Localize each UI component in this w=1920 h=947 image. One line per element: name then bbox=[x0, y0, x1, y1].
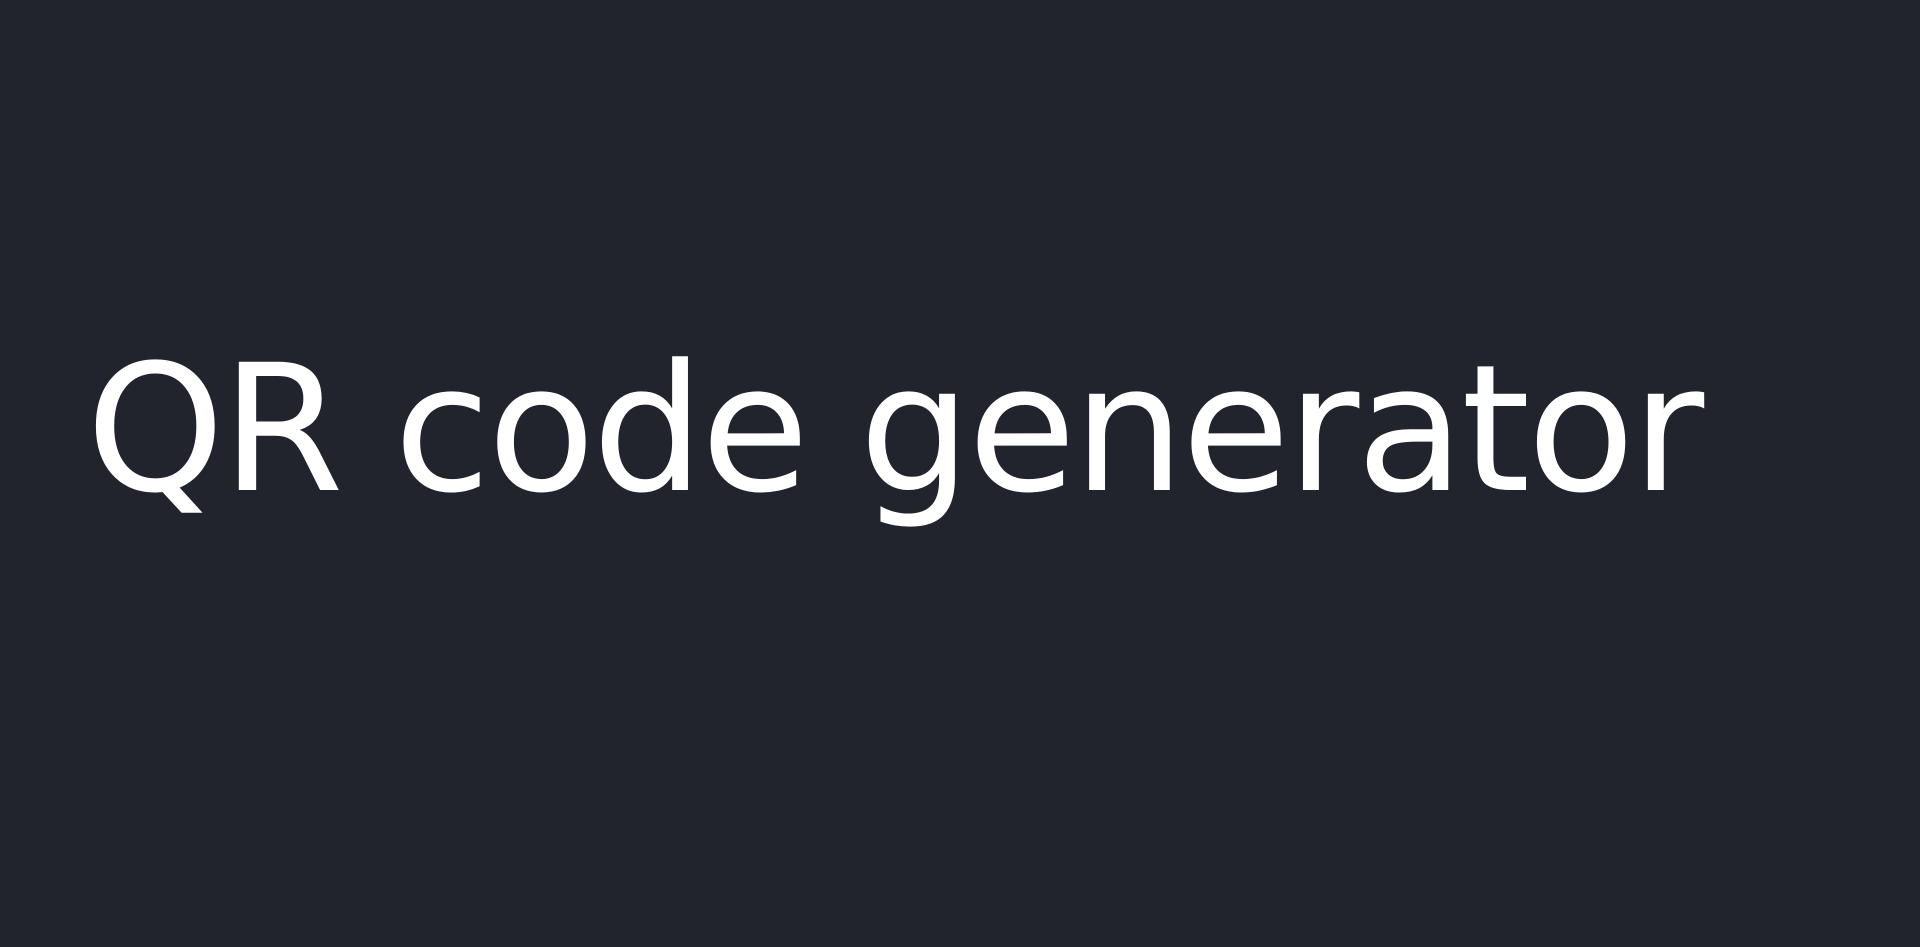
splash-screen: QR code generator bbox=[0, 0, 1920, 947]
page-title: QR code generator bbox=[86, 327, 1704, 532]
